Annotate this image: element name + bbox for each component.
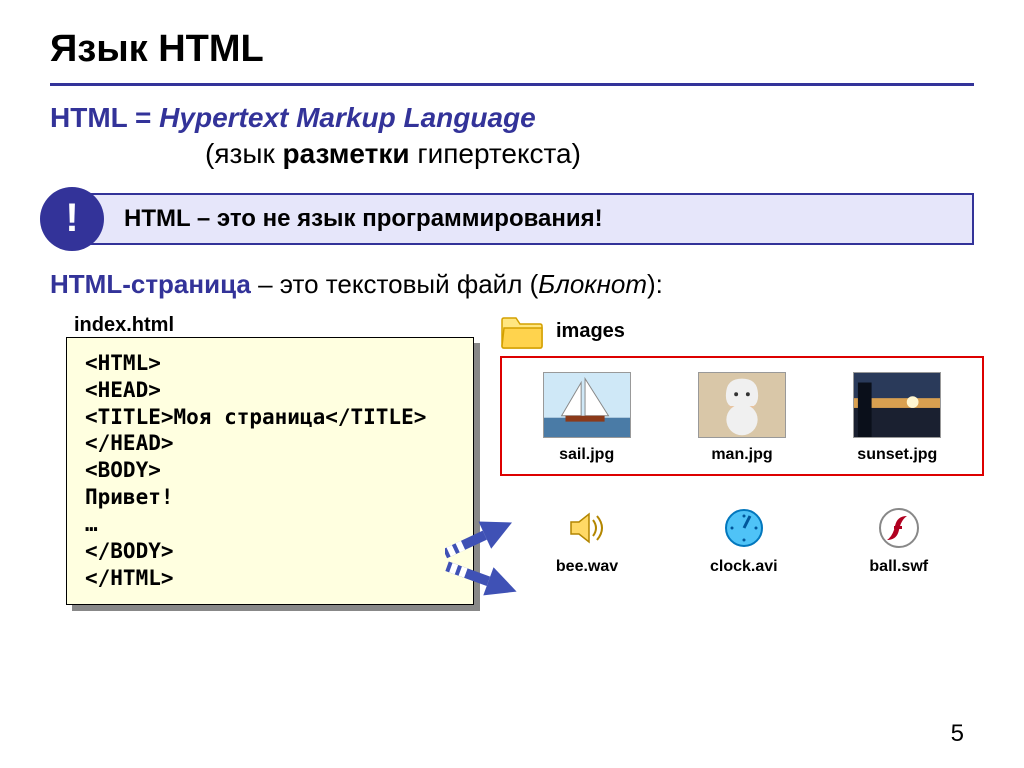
clock-icon (722, 506, 766, 550)
paren-bold: разметки (282, 138, 409, 169)
sunset-thumb-icon (854, 372, 940, 438)
code-line: <TITLE>Моя страница</TITLE> (85, 405, 426, 429)
subtitle-html-label: HTML = (50, 102, 151, 133)
callout-symbol: ! (40, 187, 104, 251)
page-number: 5 (951, 720, 964, 748)
slide-title: Язык HTML (0, 0, 1024, 83)
paren-prefix: (язык (205, 138, 282, 169)
title-rule (50, 83, 974, 86)
asset-caption: bee.wav (556, 558, 618, 576)
page-desc: HTML-страница – это текстовый файл (Блок… (0, 269, 1024, 314)
subtitle-expansion: Hypertext Markup Language (159, 102, 536, 133)
code-box: <HTML> <HEAD> <TITLE>Моя страница</TITLE… (66, 337, 474, 605)
code-line: Привет! (85, 485, 174, 509)
man-thumb-icon (699, 372, 785, 438)
code-column: index.html <HTML> <HEAD> <TITLE>Моя стра… (40, 314, 480, 611)
code-line: <HTML> (85, 351, 161, 375)
thumb-sunset: sunset.jpg (853, 372, 941, 464)
asset-caption: clock.avi (710, 558, 778, 576)
code-line: </BODY> (85, 539, 174, 563)
assets-row: bee.wav clock.avi b (500, 506, 984, 576)
subtitle: HTML = Hypertext Markup Language (язык р… (0, 100, 1024, 173)
images-column: images sail.jpg (500, 314, 984, 611)
asset-caption: ball.swf (869, 558, 928, 576)
images-box: sail.jpg man.jpg (500, 356, 984, 476)
asset-avi: clock.avi (710, 506, 778, 576)
subtitle-paren: (язык разметки гипертекста) (50, 136, 974, 172)
thumb-man: man.jpg (698, 372, 786, 464)
callout-text: HTML – это не язык программирования! (72, 193, 974, 245)
flash-icon (877, 506, 921, 550)
code-line: <HEAD> (85, 378, 161, 402)
folder-icon (500, 314, 544, 350)
folder-label: images (556, 320, 625, 343)
code-line: </HEAD> (85, 431, 174, 455)
callout: ! HTML – это не язык программирования! (40, 187, 974, 251)
page-desc-accent: HTML-страница (50, 269, 251, 299)
code-line: </HTML> (85, 566, 174, 590)
thumb-caption: sunset.jpg (857, 446, 937, 464)
sail-thumb-icon (544, 372, 630, 438)
thumb-caption: man.jpg (711, 446, 772, 464)
asset-wav: bee.wav (556, 506, 618, 576)
code-line: … (85, 512, 98, 536)
page-desc-tail: ): (647, 269, 663, 299)
arrows-icon (445, 505, 565, 625)
paren-suffix: гипертекста) (410, 138, 581, 169)
page-desc-mid: – это текстовый файл ( (251, 269, 538, 299)
speaker-icon (565, 506, 609, 550)
thumb-sail: sail.jpg (543, 372, 631, 464)
code-line: <BODY> (85, 458, 161, 482)
thumb-caption: sail.jpg (559, 446, 614, 464)
asset-swf: ball.swf (869, 506, 928, 576)
page-desc-italic: Блокнот (538, 269, 647, 299)
